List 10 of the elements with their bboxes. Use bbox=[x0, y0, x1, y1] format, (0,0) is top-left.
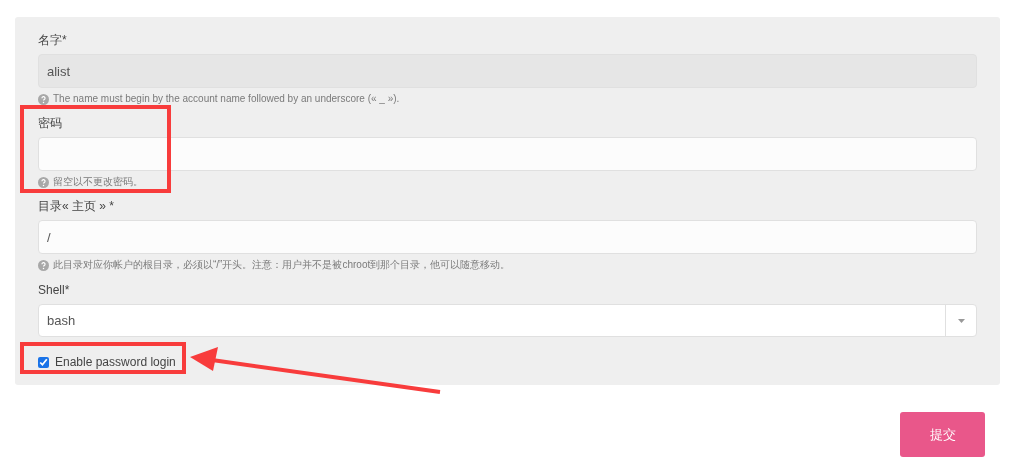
field-label: 目录« 主页 » * bbox=[38, 200, 116, 212]
help-text: 留空以不更改密码。 bbox=[53, 177, 143, 187]
field-label: 密码 bbox=[38, 117, 63, 129]
help-text: The name must begin by the account name followed by an underscore (« _ »). bbox=[53, 94, 400, 104]
field-label: 名字* bbox=[38, 34, 68, 46]
help-text: 此目录对应你帐户的根目录，必须以“/”开头。注意：用户并不是被chroot到那个目录，他可以随意移动。 bbox=[53, 260, 511, 270]
field-label: Shell* bbox=[38, 284, 71, 296]
checkbox-label[interactable]: Enable password login bbox=[55, 353, 176, 371]
text-field[interactable]: / bbox=[38, 220, 977, 254]
shell-select[interactable]: bash bbox=[38, 304, 977, 337]
